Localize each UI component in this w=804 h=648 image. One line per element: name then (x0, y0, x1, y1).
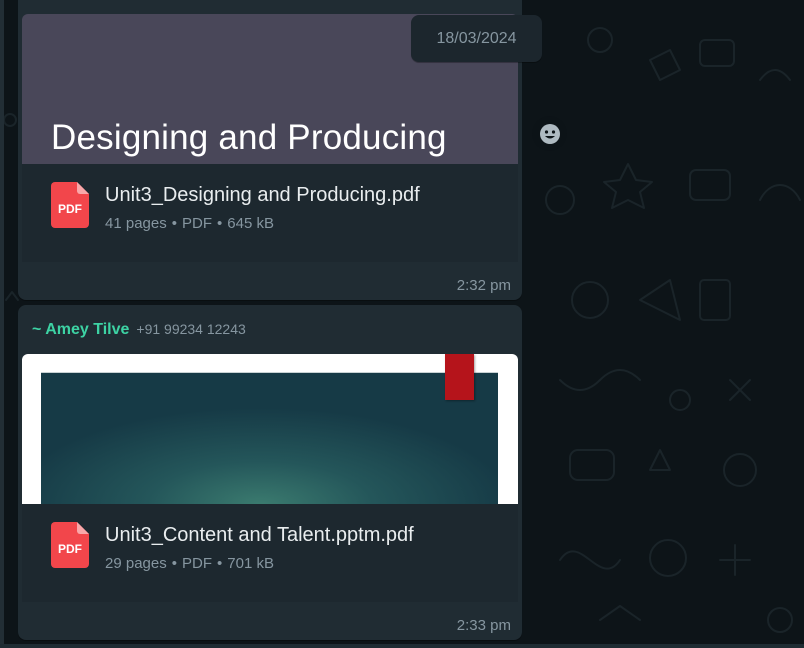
chat-panel-border (0, 0, 4, 648)
file-pages: 29 pages (105, 555, 167, 572)
file-size: 645 kB (227, 215, 274, 232)
file-meta: 29 pages • PDF • 701 kB (105, 555, 414, 572)
document-card[interactable]: PDF Unit3_Designing and Producing.pdf 41… (22, 164, 518, 262)
slide-thumbnail (41, 372, 498, 504)
date-chip: 18/03/2024 (411, 15, 542, 62)
sender-row: ~ Amey Tilve +91 99234 12243 (32, 321, 246, 339)
file-pages: 41 pages (105, 215, 167, 232)
file-name: Unit3_Designing and Producing.pdf (105, 184, 420, 206)
pdf-icon: PDF (51, 182, 89, 228)
pdf-icon-label: PDF (58, 202, 82, 216)
emoji-icon (539, 123, 560, 144)
message-time: 2:32 pm (456, 277, 511, 294)
sender-phone[interactable]: +91 99234 12243 (136, 321, 245, 337)
meta-separator: • (217, 555, 223, 572)
sender-name[interactable]: ~ Amey Tilve (32, 321, 129, 339)
document-preview[interactable] (22, 354, 518, 504)
message-time: 2:33 pm (456, 617, 511, 634)
meta-separator: • (171, 215, 177, 232)
file-name: Unit3_Content and Talent.pptm.pdf (105, 524, 414, 546)
composer-border (0, 644, 804, 648)
message-bubble[interactable]: ~ Amey Tilve +91 99234 12243 PDF Unit3_C… (18, 305, 522, 640)
meta-separator: • (217, 215, 223, 232)
file-type: PDF (182, 215, 212, 232)
preview-title: Designing and Producing (51, 118, 447, 157)
meta-separator: • (171, 555, 177, 572)
file-meta: 41 pages • PDF • 645 kB (105, 215, 420, 232)
pdf-icon-label: PDF (58, 542, 82, 556)
bookmark-ribbon (445, 354, 474, 400)
file-type: PDF (182, 555, 212, 572)
file-size: 701 kB (227, 555, 274, 572)
pdf-icon: PDF (51, 522, 89, 568)
document-card[interactable]: PDF Unit3_Content and Talent.pptm.pdf 29… (22, 504, 518, 602)
reaction-button[interactable] (532, 116, 567, 151)
